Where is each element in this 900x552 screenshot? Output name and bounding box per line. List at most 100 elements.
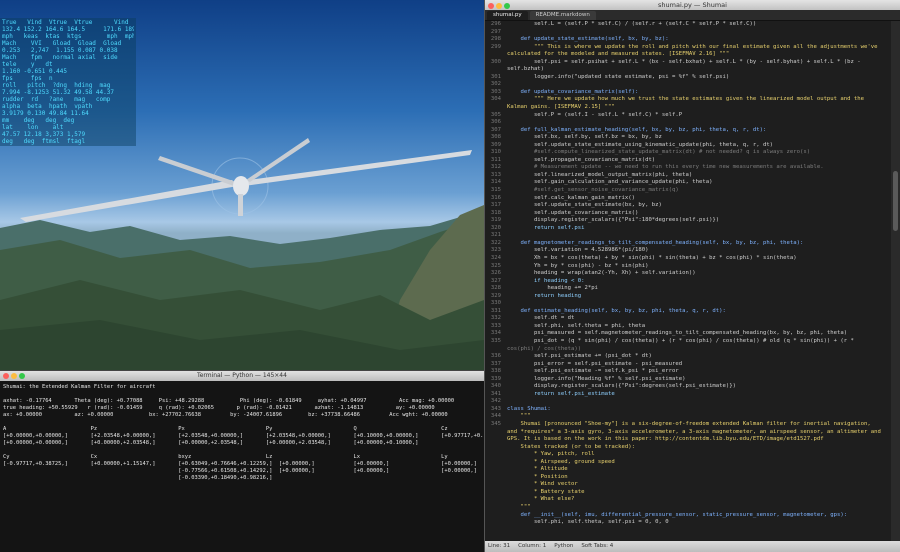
code-line[interactable]: Kalman gains. [ISEFMAV 2.15] """ xyxy=(485,104,891,112)
code-line[interactable]: 328 heading += 2*pi xyxy=(485,285,891,293)
code-line[interactable]: States tracked (or to be tracked): xyxy=(485,444,891,452)
code-text: self.bx, self.by, self.bz = bx, by, bz xyxy=(507,134,662,141)
code-line[interactable]: 314 self.gain_calculation_and_variance_u… xyxy=(485,179,891,187)
code-line[interactable]: 343 class Shumai: xyxy=(485,406,891,414)
code-line[interactable]: 333 self.phi, self.theta = phi, theta xyxy=(485,323,891,331)
code-line[interactable]: """ xyxy=(485,504,891,512)
code-text: self.linearized_model_output_matrix(phi,… xyxy=(507,171,693,178)
language-selector[interactable]: Python xyxy=(554,541,573,552)
code-line[interactable]: 297 xyxy=(485,29,891,37)
code-line[interactable]: 342 xyxy=(485,398,891,406)
code-line[interactable]: GPS. It is based on the work in this pap… xyxy=(485,436,891,444)
code-text: heading += 2*pi xyxy=(507,285,598,292)
code-line[interactable]: def __init__(self, imu, differential_pre… xyxy=(485,512,891,520)
code-line[interactable]: 308 self.bx, self.by, self.bz = bx, by, … xyxy=(485,134,891,142)
code-text: * Battery state xyxy=(507,488,585,495)
code-line[interactable]: calculated for the modeled and measured … xyxy=(485,51,891,59)
code-line[interactable]: 320 return self.psi xyxy=(485,225,891,233)
code-line[interactable]: * Wind vector xyxy=(485,481,891,489)
terminal-window[interactable]: Terminal — Python — 145×44 Shumai: the E… xyxy=(0,370,484,552)
line-number xyxy=(485,66,507,74)
code-line[interactable]: self.bzhat) xyxy=(485,66,891,74)
code-line[interactable]: 300 self.psi = self.psihat + self.L * (b… xyxy=(485,59,891,67)
code-line[interactable]: self.phi, self.theta, self.psi = 0, 0, 0 xyxy=(485,519,891,527)
code-line[interactable]: 329 return heading xyxy=(485,293,891,301)
line-number: 302 xyxy=(490,81,501,88)
status-line: Line: 31 xyxy=(488,543,511,549)
code-area[interactable]: 296 self.L = (self.P * self.C) / (self.r… xyxy=(485,21,891,541)
terminal-titlebar[interactable]: Terminal — Python — 145×44 xyxy=(0,371,484,381)
code-line[interactable]: 324 Xh = bx * cos(theta) + by * sin(phi)… xyxy=(485,255,891,263)
code-line[interactable]: 332 self.dt = dt xyxy=(485,315,891,323)
code-line[interactable]: 313 self.linearized_model_output_matrix(… xyxy=(485,172,891,180)
code-line[interactable]: 323 self.variation = 4.528986*(pi/180) xyxy=(485,247,891,255)
code-line[interactable]: 299 """ This is where we update the roll… xyxy=(485,44,891,52)
code-line[interactable]: 338 self.psi_estimate -= self.k_psi * ps… xyxy=(485,368,891,376)
code-line[interactable]: 301 logger.info("updated state estimate,… xyxy=(485,74,891,82)
code-line[interactable]: 339 logger.info("Heading %f" % self.psi_… xyxy=(485,376,891,384)
code-line[interactable]: * Battery state xyxy=(485,489,891,497)
code-line[interactable]: 344 """ xyxy=(485,413,891,421)
tab-settings[interactable]: Soft Tabs: 4 xyxy=(581,541,613,552)
code-line[interactable]: 345 Shumai [pronounced "Shoe-my"] is a s… xyxy=(485,421,891,429)
code-line[interactable]: 318 self.update_covariance_matrix() xyxy=(485,210,891,218)
editor-titlebar[interactable]: shumai.py — Shumai xyxy=(485,0,900,10)
code-line[interactable]: 340 display.register_scalars({"Psi":degr… xyxy=(485,383,891,391)
code-line[interactable]: 322 def magnetometer_readings_to_tilt_co… xyxy=(485,240,891,248)
code-line[interactable]: 330 xyxy=(485,300,891,308)
code-line[interactable]: 319 display.register_scalars({"Psi":180*… xyxy=(485,217,891,225)
close-icon[interactable] xyxy=(488,3,494,9)
code-line[interactable]: * Airspeed, ground speed xyxy=(485,459,891,467)
code-editor-window[interactable]: shumai.py — Shumai shumai.py README.mark… xyxy=(484,0,900,552)
line-number: 305 xyxy=(490,111,501,118)
line-number: 307 xyxy=(490,126,501,133)
code-line[interactable]: 334 psi_measured = self.magnetometer_rea… xyxy=(485,330,891,338)
hud-data-overlay: True Vind Vtrue Vtrue Vind Vind Vtrue132… xyxy=(0,18,136,146)
code-line[interactable]: 316 self.calc_kalman_gain_matrix() xyxy=(485,195,891,203)
code-line[interactable]: 307 def full_kalman_estimate_heading(sel… xyxy=(485,127,891,135)
code-line[interactable]: * What else? xyxy=(485,496,891,504)
code-line[interactable]: 317 self.update_state_estimate(bx, by, b… xyxy=(485,202,891,210)
code-line[interactable]: 296 self.L = (self.P * self.C) / (self.r… xyxy=(485,21,891,29)
minimize-icon[interactable] xyxy=(496,3,502,9)
tab-shumai-py[interactable]: shumai.py xyxy=(487,11,528,20)
code-line[interactable]: 304 """ Here we update how much we trust… xyxy=(485,96,891,104)
scrollbar-thumb[interactable] xyxy=(893,171,898,231)
code-line[interactable]: 336 self.psi_estimate += (psi_dot * dt) xyxy=(485,353,891,361)
code-line[interactable]: * Yaw, pitch, roll xyxy=(485,451,891,459)
code-line[interactable]: and *requires* a 3-axis gyro, 3-axis acc… xyxy=(485,429,891,437)
code-line[interactable]: 305 self.P = (self.I - self.L * self.C) … xyxy=(485,112,891,120)
code-text: heading = wrap(atan2(-Yh, Xh) + self.var… xyxy=(507,270,696,277)
line-number: 323 xyxy=(490,247,501,254)
flight-simulator-view[interactable]: True Vind Vtrue Vtrue Vind Vind Vtrue132… xyxy=(0,0,484,370)
close-icon[interactable] xyxy=(3,373,9,379)
code-line[interactable]: 337 psi_error = self.psi_estimate - psi_… xyxy=(485,361,891,369)
code-line[interactable]: 309 self.update_state_estimate_using_kin… xyxy=(485,142,891,150)
tab-readme[interactable]: README.markdown xyxy=(529,11,596,20)
code-line[interactable]: 325 Yh = by * cos(phi) - bz * sin(phi) xyxy=(485,263,891,271)
code-line[interactable]: * Position xyxy=(485,474,891,482)
code-line[interactable]: 302 xyxy=(485,81,891,89)
code-line[interactable]: 306 xyxy=(485,119,891,127)
zoom-icon[interactable] xyxy=(504,3,510,9)
zoom-icon[interactable] xyxy=(19,373,25,379)
line-number: 342 xyxy=(490,398,501,405)
code-text: def magnetometer_readings_to_tilt_compen… xyxy=(507,239,804,246)
code-line[interactable]: 312 # Measurement update -- we need to r… xyxy=(485,164,891,172)
code-line[interactable]: * Altitude xyxy=(485,466,891,474)
code-line[interactable]: 331 def estimate_heading(self, bx, by, b… xyxy=(485,308,891,316)
code-line[interactable]: 326 heading = wrap(atan2(-Yh, Xh) + self… xyxy=(485,270,891,278)
code-line[interactable]: 341 return self.psi_estimate xyxy=(485,391,891,399)
minimize-icon[interactable] xyxy=(11,373,17,379)
line-number: 344 xyxy=(490,413,501,420)
code-line[interactable]: cos(phi) / cos(theta)) xyxy=(485,346,891,354)
code-line[interactable]: 315 #self.get_sensor_noise_covariance_ma… xyxy=(485,187,891,195)
scrollbar[interactable] xyxy=(891,21,900,541)
code-line[interactable]: 321 xyxy=(485,232,891,240)
code-line[interactable]: 310 #self.compute_linearized_state_updat… xyxy=(485,149,891,157)
code-line[interactable]: 303 def update_covariance_matrix(self): xyxy=(485,89,891,97)
code-line[interactable]: 311 self.propagate_covariance_matrix(dt) xyxy=(485,157,891,165)
code-line[interactable]: 298 def update_state_estimate(self, bx, … xyxy=(485,36,891,44)
code-line[interactable]: 327 if heading < 0: xyxy=(485,278,891,286)
code-line[interactable]: 335 psi_dot = (q * sin(phi) / cos(theta)… xyxy=(485,338,891,346)
